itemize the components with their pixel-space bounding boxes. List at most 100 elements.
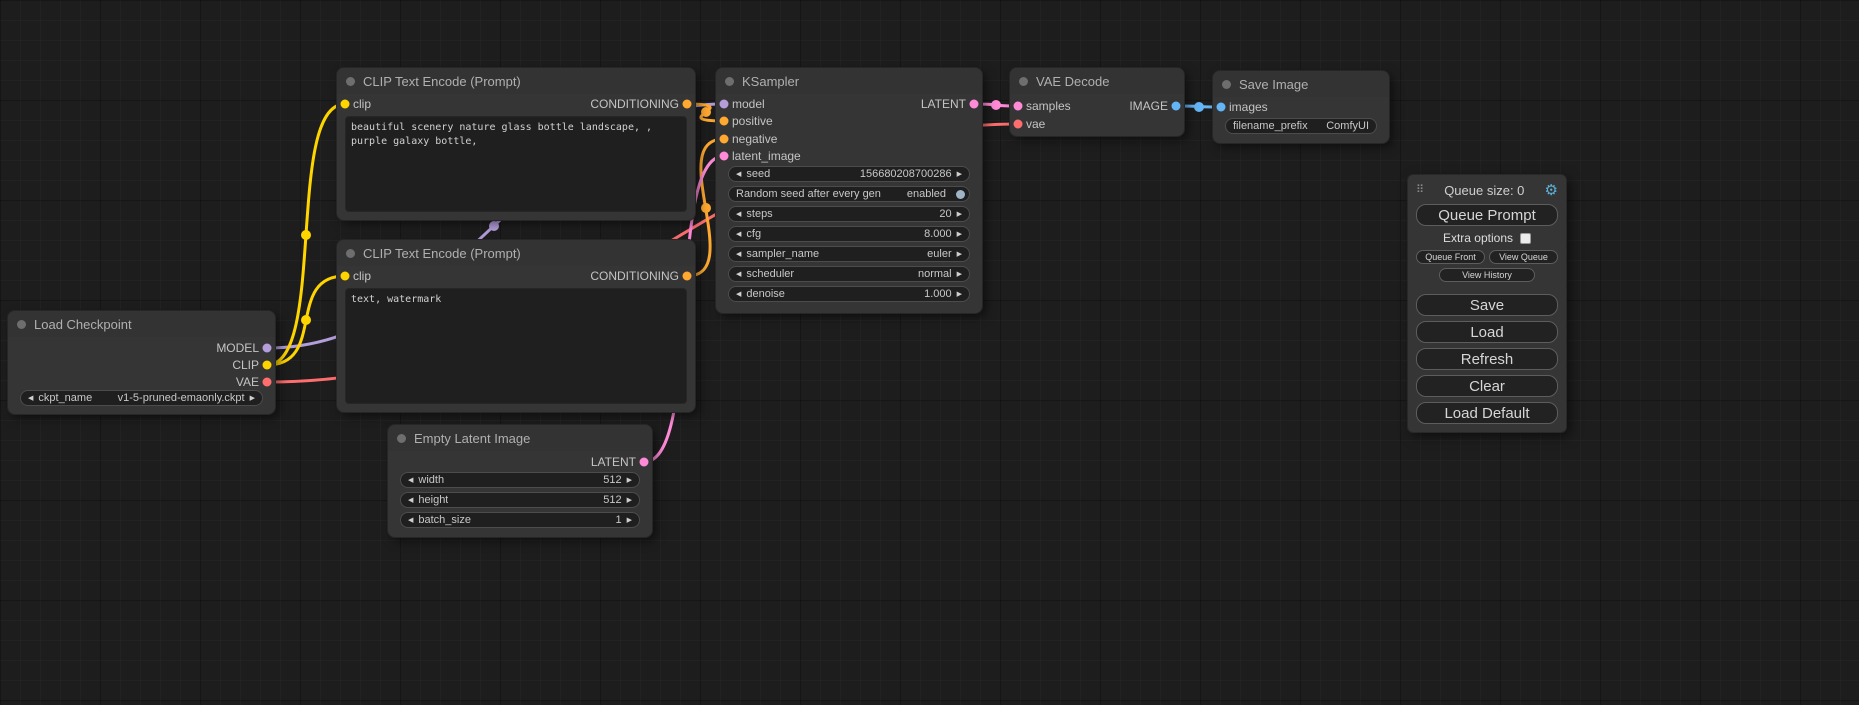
decrement-arrow-icon[interactable]: ◀	[736, 250, 741, 258]
widget-name: seed	[746, 168, 770, 180]
widget-value: 512	[603, 474, 621, 486]
input-slot-images: images	[1229, 99, 1268, 115]
slot-label: LATENT	[591, 455, 636, 469]
decrement-arrow-icon[interactable]: ◀	[408, 496, 413, 504]
save-button[interactable]: Save	[1416, 294, 1558, 316]
view-queue-button[interactable]: View Queue	[1489, 250, 1558, 264]
decrement-arrow-icon[interactable]: ◀	[28, 394, 33, 402]
widget-seed[interactable]: ◀ seed 156680208700286 ▶	[728, 166, 970, 182]
increment-arrow-icon[interactable]: ▶	[250, 394, 255, 402]
slot-label: images	[1229, 100, 1268, 114]
node-status-dot	[346, 77, 355, 86]
decrement-arrow-icon[interactable]: ◀	[408, 476, 413, 484]
link-dot	[701, 203, 711, 213]
widget-name: filename_prefix	[1233, 120, 1308, 132]
slot-label: clip	[353, 97, 371, 111]
drag-handle-icon[interactable]: ⠿	[1416, 185, 1424, 196]
increment-arrow-icon[interactable]: ▶	[627, 476, 632, 484]
increment-arrow-icon[interactable]: ▶	[627, 516, 632, 524]
decrement-arrow-icon[interactable]: ◀	[736, 290, 741, 298]
queue-size-label: Queue size: 0	[1424, 183, 1544, 198]
node-vae-decode[interactable]: VAE Decode samples vae IMAGE	[1010, 68, 1184, 136]
node-load-checkpoint[interactable]: Load Checkpoint MODEL CLIP VAE ◀ ckpt_na…	[8, 311, 275, 414]
widget-name: sampler_name	[746, 248, 819, 260]
slot-label: CLIP	[232, 358, 259, 372]
widget-value: normal	[918, 268, 952, 280]
node-title-bar[interactable]: KSampler	[716, 68, 982, 94]
widget-value: 156680208700286	[860, 168, 952, 180]
widget-value: 1	[615, 514, 621, 526]
widget-cfg[interactable]: ◀ cfg 8.000 ▶	[728, 226, 970, 242]
node-title: VAE Decode	[1036, 74, 1109, 89]
node-clip-text-encode-negative[interactable]: CLIP Text Encode (Prompt) clip CONDITION…	[337, 240, 695, 412]
extra-options-checkbox[interactable]	[1520, 233, 1531, 244]
load-default-button[interactable]: Load Default	[1416, 402, 1558, 424]
decrement-arrow-icon[interactable]: ◀	[408, 516, 413, 524]
prompt-textarea[interactable]: beautiful scenery nature glass bottle la…	[345, 116, 687, 212]
increment-arrow-icon[interactable]: ▶	[957, 170, 962, 178]
input-slot-clip: clip	[353, 268, 371, 284]
output-slot-conditioning: CONDITIONING	[590, 268, 679, 284]
widget-value: euler	[927, 248, 951, 260]
refresh-button[interactable]: Refresh	[1416, 348, 1558, 370]
node-title-bar[interactable]: Load Checkpoint	[8, 311, 275, 337]
widget-scheduler[interactable]: ◀ scheduler normal ▶	[728, 266, 970, 282]
node-empty-latent-image[interactable]: Empty Latent Image LATENT ◀ width 512 ▶ …	[388, 425, 652, 537]
link-dot	[991, 100, 1001, 110]
widget-name: Random seed after every gen	[736, 188, 881, 200]
widget-batch-size[interactable]: ◀ batch_size 1 ▶	[400, 512, 640, 528]
node-graph-canvas[interactable]: Load Checkpoint MODEL CLIP VAE ◀ ckpt_na…	[0, 0, 1859, 705]
input-slot-negative: negative	[732, 131, 777, 147]
queue-front-button[interactable]: Queue Front	[1416, 250, 1485, 264]
node-title-bar[interactable]: Save Image	[1213, 71, 1389, 97]
output-slot-vae: VAE	[236, 374, 259, 390]
widget-name: steps	[746, 208, 772, 220]
output-slot-latent: LATENT	[921, 96, 966, 112]
widget-value: 512	[603, 494, 621, 506]
increment-arrow-icon[interactable]: ▶	[957, 250, 962, 258]
increment-arrow-icon[interactable]: ▶	[957, 230, 962, 238]
view-history-button[interactable]: View History	[1439, 268, 1535, 282]
clear-button[interactable]: Clear	[1416, 375, 1558, 397]
widget-steps[interactable]: ◀ steps 20 ▶	[728, 206, 970, 222]
decrement-arrow-icon[interactable]: ◀	[736, 170, 741, 178]
settings-gear-icon[interactable]: ⚙	[1545, 183, 1558, 198]
extra-options-label: Extra options	[1443, 231, 1513, 245]
load-button[interactable]: Load	[1416, 321, 1558, 343]
slot-label: clip	[353, 269, 371, 283]
widget-filename-prefix[interactable]: filename_prefix ComfyUI	[1225, 118, 1377, 134]
decrement-arrow-icon[interactable]: ◀	[736, 230, 741, 238]
widget-denoise[interactable]: ◀ denoise 1.000 ▶	[728, 286, 970, 302]
widget-height[interactable]: ◀ height 512 ▶	[400, 492, 640, 508]
increment-arrow-icon[interactable]: ▶	[627, 496, 632, 504]
node-title: Empty Latent Image	[414, 431, 530, 446]
input-slot-vae: vae	[1026, 116, 1045, 132]
increment-arrow-icon[interactable]: ▶	[957, 210, 962, 218]
widget-value: 8.000	[924, 228, 952, 240]
increment-arrow-icon[interactable]: ▶	[957, 290, 962, 298]
output-slot-conditioning: CONDITIONING	[590, 96, 679, 112]
queue-prompt-button[interactable]: Queue Prompt	[1416, 204, 1558, 226]
node-clip-text-encode-positive[interactable]: CLIP Text Encode (Prompt) clip CONDITION…	[337, 68, 695, 220]
decrement-arrow-icon[interactable]: ◀	[736, 270, 741, 278]
increment-arrow-icon[interactable]: ▶	[957, 270, 962, 278]
node-ksampler[interactable]: KSampler model positive negative latent_…	[716, 68, 982, 313]
node-title: CLIP Text Encode (Prompt)	[363, 246, 521, 261]
decrement-arrow-icon[interactable]: ◀	[736, 210, 741, 218]
toggle-knob[interactable]	[956, 190, 965, 199]
widget-value: 20	[939, 208, 951, 220]
node-title-bar[interactable]: CLIP Text Encode (Prompt)	[337, 68, 695, 94]
node-title-bar[interactable]: CLIP Text Encode (Prompt)	[337, 240, 695, 266]
widget-sampler-name[interactable]: ◀ sampler_name euler ▶	[728, 246, 970, 262]
slot-label: VAE	[236, 375, 259, 389]
widget-width[interactable]: ◀ width 512 ▶	[400, 472, 640, 488]
prompt-textarea[interactable]: text, watermark	[345, 288, 687, 404]
node-title-bar[interactable]: Empty Latent Image	[388, 425, 652, 451]
widget-name: scheduler	[746, 268, 794, 280]
widget-ckpt-name[interactable]: ◀ ckpt_name v1-5-pruned-emaonly.ckpt ▶	[20, 390, 263, 406]
widget-random-seed-toggle[interactable]: Random seed after every gen enabled	[728, 186, 970, 202]
node-title-bar[interactable]: VAE Decode	[1010, 68, 1184, 94]
node-save-image[interactable]: Save Image images filename_prefix ComfyU…	[1213, 71, 1389, 143]
link-dot	[701, 107, 711, 117]
widget-value: enabled	[907, 188, 946, 200]
